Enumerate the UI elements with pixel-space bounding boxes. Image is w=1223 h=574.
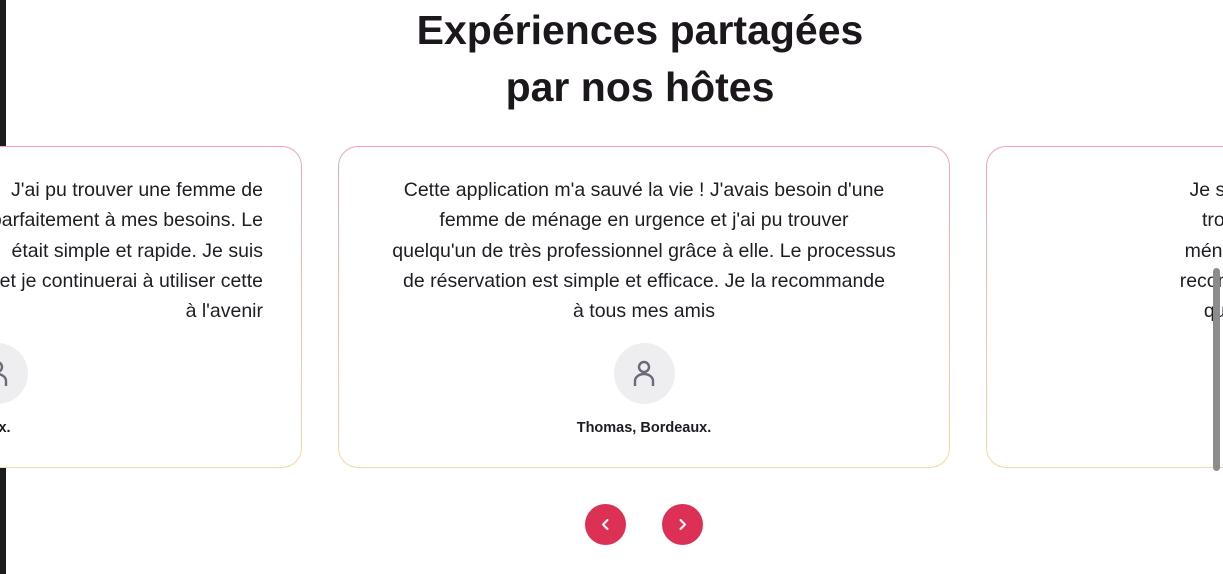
testimonial-quote: Je suis très satisfait des trouvés grâce… <box>1013 175 1223 326</box>
avatar <box>614 343 675 404</box>
quote-line: à tous mes amis <box>573 300 715 323</box>
testimonial-carousel[interactable]: J'ai pu trouver une femme de parfaitemen… <box>0 0 1223 574</box>
quote-line: quelqu'un de très professionnel grâce à … <box>392 239 896 262</box>
testimonial-author: Thomas, Bordeaux. <box>576 420 712 436</box>
testimonial-card: J'ai pu trouver une femme de parfaitemen… <box>0 146 302 468</box>
quote-line: parfaitement à mes besoins. Le <box>0 209 263 232</box>
quote-line: Je suis très satisfait des <box>1189 179 1223 201</box>
chevron-right-icon <box>679 519 686 530</box>
user-icon <box>0 361 8 386</box>
testimonial-author: Thomas, Bordeaux. <box>0 420 11 436</box>
user-icon <box>633 360 655 386</box>
avatar <box>0 343 28 404</box>
next-button[interactable] <box>662 504 703 545</box>
prev-button[interactable] <box>585 504 626 545</box>
quote-line: était simple et rapide. Je suis <box>11 239 263 262</box>
quote-line: de réservation est simple et efficace. J… <box>403 269 885 292</box>
chevron-left-icon <box>602 519 609 530</box>
scrollbar-thumb[interactable] <box>1213 268 1220 471</box>
quote-line: J'ai pu trouver une femme de <box>11 179 263 201</box>
quote-line: et je continuerai à utiliser cette <box>0 269 263 292</box>
quote-line: trouvés grâce à cette <box>1201 209 1223 232</box>
testimonial-quote: Cette application m'a sauvé la vie ! J'a… <box>365 175 923 326</box>
testimonial-quote: J'ai pu trouver une femme de parfaitemen… <box>0 175 263 326</box>
quote-line: ménage sont ponctuelles <box>1184 239 1223 262</box>
testimonial-card: Je suis très satisfait des trouvés grâce… <box>986 146 1223 468</box>
quote-line: à l'avenir <box>185 300 263 323</box>
quote-line: femme de ménage en urgence et j'ai pu tr… <box>439 209 849 232</box>
quote-line: Cette application m'a sauvé la vie ! J'a… <box>403 179 885 201</box>
testimonial-card: Cette application m'a sauvé la vie ! J'a… <box>338 146 950 468</box>
